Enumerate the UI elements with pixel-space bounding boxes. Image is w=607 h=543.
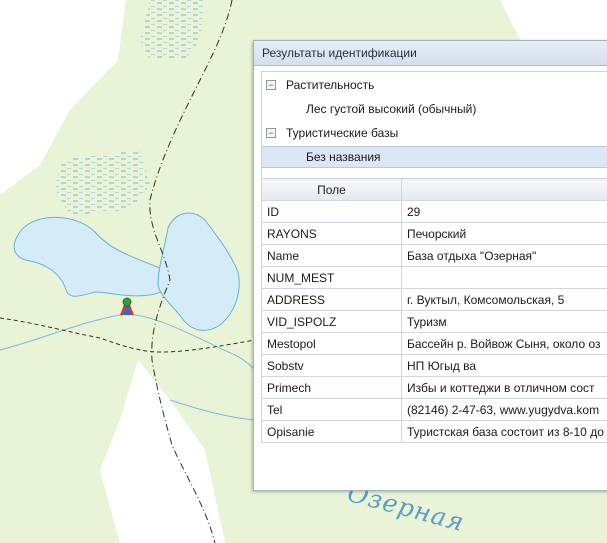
field-name: Primech <box>261 376 402 399</box>
table-header-row: Поле <box>261 178 607 201</box>
field-name: ADDRESS <box>261 288 402 311</box>
tree-item-label: Лес густой высокий (обычный) <box>306 102 477 116</box>
tree-item-unnamed[interactable]: Без названия <box>262 146 607 168</box>
tourist-base-marker-icon[interactable] <box>117 295 137 317</box>
field-name: Opisanie <box>261 420 402 443</box>
table-row[interactable]: ID 29 <box>261 200 607 223</box>
field-value: (82146) 2-47-63, www.yugydva.kom <box>401 398 607 421</box>
tree-item-label: Без названия <box>306 150 381 164</box>
field-name: Tel <box>261 398 402 421</box>
table-row[interactable]: RAYONS Печорский <box>261 222 607 245</box>
tree-item-tourist-bases[interactable]: − Туристические базы <box>262 122 607 144</box>
column-header-field[interactable]: Поле <box>261 178 402 201</box>
table-row[interactable]: ADDRESS г. Вуктыл, Комсомольская, 5 <box>261 288 607 311</box>
field-name: Mestopol <box>261 332 402 355</box>
field-name: Name <box>261 244 402 267</box>
field-value: База отдыха "Озерная" <box>401 244 607 267</box>
table-row[interactable]: Mestopol Бассейн р. Войвож Сыня, около оз <box>261 332 607 355</box>
field-value: Туристская база состоит из 8-10 до <box>401 420 607 443</box>
table-row[interactable]: Tel (82146) 2-47-63, www.yugydva.kom <box>261 398 607 421</box>
tree-item-vegetation[interactable]: − Растительность <box>262 74 607 96</box>
field-name: Sobstv <box>261 354 402 377</box>
collapse-icon[interactable]: − <box>266 128 276 138</box>
field-value: НП Югыд ва <box>401 354 607 377</box>
table-row[interactable]: Name База отдыха "Озерная" <box>261 244 607 267</box>
collapse-icon[interactable]: − <box>266 80 276 90</box>
table-row[interactable]: Primech Избы и коттеджи в отличном сост <box>261 376 607 399</box>
field-name: ID <box>261 200 402 223</box>
table-row[interactable]: NUM_MEST <box>261 266 607 289</box>
field-name: NUM_MEST <box>261 266 402 289</box>
field-value: 29 <box>401 200 607 223</box>
table-row[interactable]: Sobstv НП Югыд ва <box>261 354 607 377</box>
field-value: Туризм <box>401 310 607 333</box>
table-row[interactable]: VID_ISPOLZ Туризм <box>261 310 607 333</box>
field-value: Бассейн р. Войвож Сыня, около оз <box>401 332 607 355</box>
column-header-value[interactable] <box>401 178 607 201</box>
field-name: RAYONS <box>261 222 402 245</box>
tree-item-forest[interactable]: Лес густой высокий (обычный) <box>262 98 607 120</box>
field-name: VID_ISPOLZ <box>261 310 402 333</box>
field-value <box>401 266 607 289</box>
tree-item-label: Растительность <box>286 78 375 92</box>
tree-item-label: Туристические базы <box>286 126 399 140</box>
identification-results-panel: Результаты идентификации − Растительност… <box>253 40 607 491</box>
field-value: Избы и коттеджи в отличном сост <box>401 376 607 399</box>
field-value: Печорский <box>401 222 607 245</box>
attributes-table: Поле ID 29 RAYONS Печорский Name База отдых… <box>261 178 607 443</box>
table-row[interactable]: Opisanie Туристская база состоит из 8-10 … <box>261 420 607 443</box>
field-value: г. Вуктыл, Комсомольская, 5 <box>401 288 607 311</box>
panel-title: Результаты идентификации <box>254 41 607 66</box>
